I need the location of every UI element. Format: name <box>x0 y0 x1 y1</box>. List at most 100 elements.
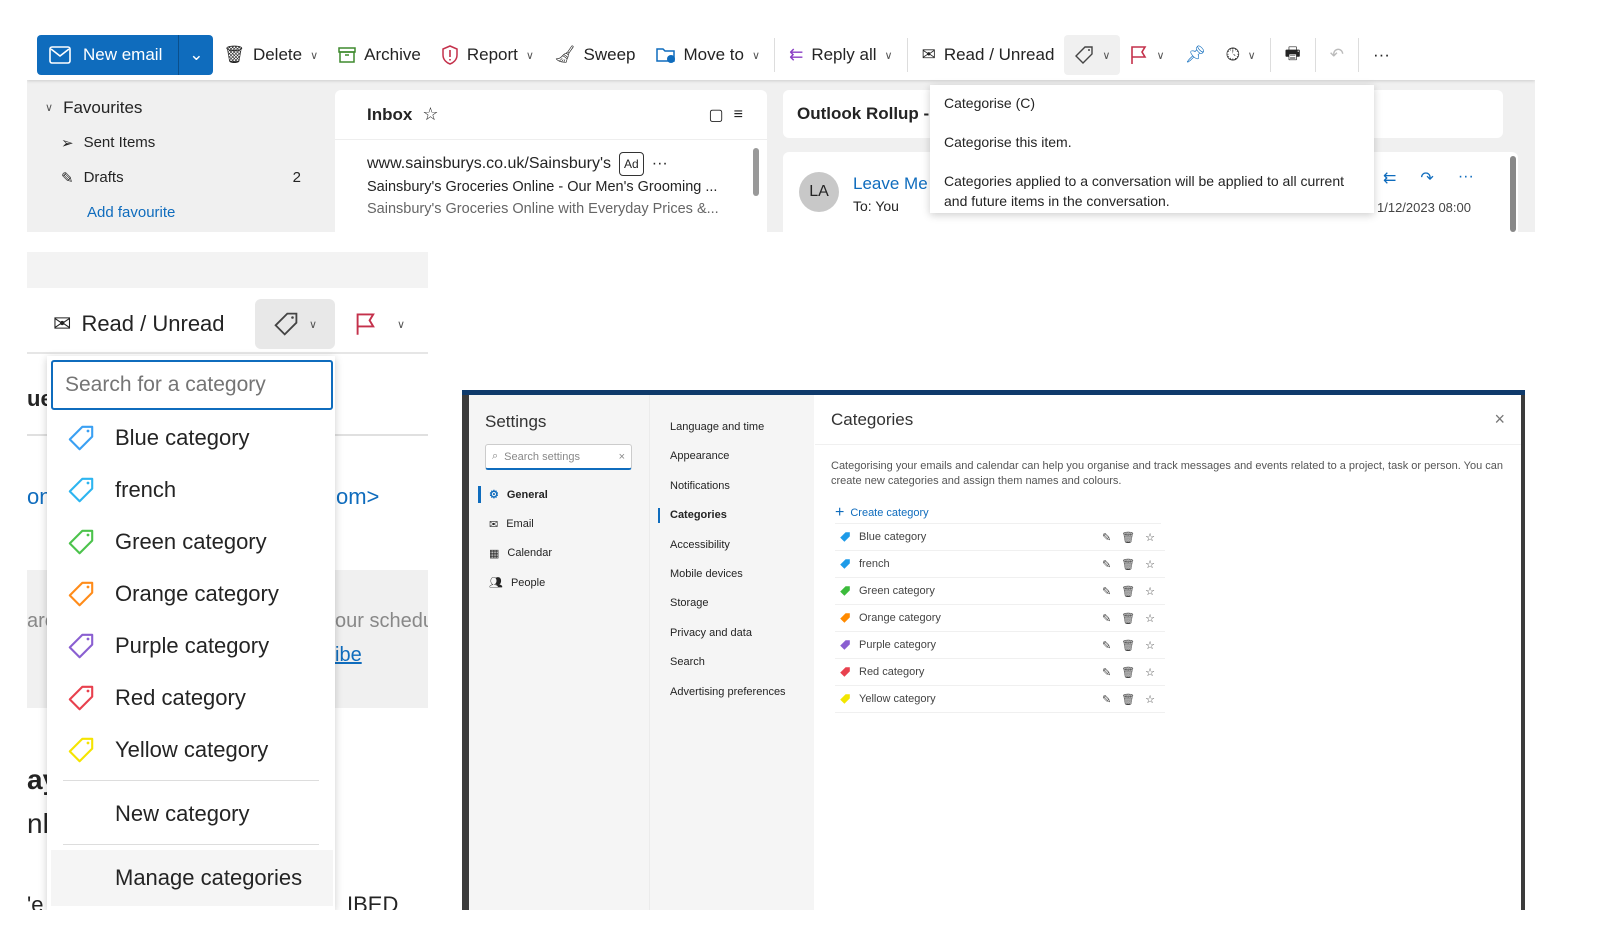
categorise-button[interactable]: ∨ <box>1064 35 1121 75</box>
settings-subnav-item[interactable]: Categories <box>650 501 814 530</box>
filter-icon[interactable]: ≡ <box>734 106 743 124</box>
close-icon[interactable]: × <box>1494 409 1505 430</box>
settings-subnav-item[interactable]: Mobile devices <box>650 560 814 589</box>
chevron-down-icon[interactable]: ∨ <box>885 49 893 62</box>
clear-icon[interactable]: × <box>619 451 625 463</box>
reply-all-button[interactable]: ⇇ Reply all ∨ <box>779 35 903 75</box>
chevron-down-icon[interactable]: ∨ <box>1102 49 1110 62</box>
read-unread-button[interactable]: ✉︎ Read / Unread <box>27 311 255 337</box>
delete-icon[interactable]: 🗑︎ <box>1121 639 1135 652</box>
category-item[interactable]: Red category <box>47 672 335 724</box>
delete-icon[interactable]: 🗑︎ <box>1121 612 1135 625</box>
delete-icon[interactable]: 🗑︎ <box>1121 558 1135 571</box>
manage-categories-item[interactable]: Manage categories <box>51 850 333 906</box>
nav-item-sent-items[interactable]: ➢ Sent Items <box>27 125 327 160</box>
settings-nav-email[interactable]: ✉︎ Email <box>469 509 649 538</box>
message-item[interactable]: www.sainsburys.co.uk/Sainsbury's Ad ··· Sa… <box>335 140 767 220</box>
edit-icon[interactable]: ✎ <box>1102 693 1111 706</box>
select-icon[interactable]: ▢ <box>709 105 724 125</box>
scrollbar[interactable] <box>1510 156 1516 232</box>
category-item[interactable]: Blue category <box>47 412 335 464</box>
flag-button[interactable]: ∨ <box>335 312 405 336</box>
read-unread-button[interactable]: ✉︎ Read / Unread <box>912 35 1065 75</box>
edit-icon[interactable]: ✎ <box>1102 639 1111 652</box>
settings-subnav-item[interactable]: Appearance <box>650 442 814 471</box>
delete-icon[interactable]: 🗑︎ <box>1121 666 1135 679</box>
settings-subnav-item[interactable]: Storage <box>650 589 814 618</box>
favourite-star-icon[interactable]: ☆ <box>1145 558 1155 571</box>
settings-dialog: Settings ⌕ Search settings × ⚙ General ✉︎ Em… <box>469 395 1521 910</box>
print-button[interactable]: 🖶 <box>1275 35 1311 75</box>
categories-panel: Categories × Categorising your emails an… <box>815 395 1521 910</box>
chevron-down-icon[interactable]: ∨ <box>310 49 318 62</box>
more-icon[interactable]: ··· <box>652 153 668 175</box>
reply-all-icon[interactable]: ⇇ <box>1383 168 1396 188</box>
star-icon[interactable]: ☆ <box>422 104 438 125</box>
delete-button[interactable]: 🗑︎ Delete ∨ <box>213 35 328 75</box>
favourite-star-icon[interactable]: ☆ <box>1145 585 1155 598</box>
chevron-down-icon[interactable]: ∨ <box>752 49 760 62</box>
category-item[interactable]: Yellow category <box>47 724 335 776</box>
tag-icon <box>68 529 94 555</box>
move-to-button[interactable]: Move to ∨ <box>646 35 771 75</box>
report-button[interactable]: Report ∨ <box>431 35 544 75</box>
category-item[interactable]: Purple category <box>47 620 335 672</box>
settings-subnav-item[interactable]: Language and time <box>650 413 814 442</box>
chevron-down-icon[interactable]: ∨ <box>526 49 534 62</box>
snooze-button[interactable]: 🕓︎ ∨ <box>1216 35 1266 75</box>
edit-icon[interactable]: ✎ <box>1102 666 1111 679</box>
category-name: Orange category <box>859 612 941 624</box>
forward-icon[interactable]: ↷ <box>1420 168 1433 188</box>
plus-icon: + <box>835 503 845 521</box>
undo-button[interactable]: ↶ <box>1320 35 1354 75</box>
sender-name[interactable]: Leave Me <box>853 174 928 194</box>
edit-icon[interactable]: ✎ <box>1102 585 1111 598</box>
category-item[interactable]: Green category <box>47 516 335 568</box>
pin-button[interactable]: 📌︎ <box>1175 35 1217 75</box>
settings-subnav-item[interactable]: Privacy and data <box>650 619 814 648</box>
favourite-star-icon[interactable]: ☆ <box>1145 639 1155 652</box>
delete-icon[interactable]: 🗑︎ <box>1121 585 1135 598</box>
favourite-star-icon[interactable]: ☆ <box>1145 612 1155 625</box>
favourite-star-icon[interactable]: ☆ <box>1145 531 1155 544</box>
settings-nav-general[interactable]: ⚙ General <box>469 480 649 509</box>
nav-item-drafts[interactable]: ✎ Drafts 2 <box>27 160 327 195</box>
printer-icon: 🖶 <box>1284 43 1301 63</box>
new-category-item[interactable]: New category <box>47 788 335 840</box>
new-email-dropdown[interactable]: ⌄ <box>179 45 213 65</box>
archive-button[interactable]: Archive <box>328 35 431 75</box>
bg-text[interactable]: ibe <box>335 644 362 667</box>
edit-icon[interactable]: ✎ <box>1102 558 1111 571</box>
create-category-button[interactable]: + Create category <box>835 502 1161 524</box>
more-icon[interactable]: ··· <box>1458 168 1474 188</box>
favourite-star-icon[interactable]: ☆ <box>1145 666 1155 679</box>
settings-subnav-item[interactable]: Search <box>650 648 814 677</box>
flag-button[interactable]: ∨ <box>1120 35 1174 75</box>
category-item[interactable]: french <box>47 464 335 516</box>
scrollbar[interactable] <box>753 148 759 196</box>
new-email-button[interactable]: New email <box>37 35 180 75</box>
favourite-star-icon[interactable]: ☆ <box>1145 693 1155 706</box>
delete-icon[interactable]: 🗑︎ <box>1121 693 1135 706</box>
category-search-input[interactable] <box>51 360 333 410</box>
categorise-button[interactable]: ∨ <box>255 299 335 349</box>
settings-nav-people[interactable]: 👥︎ People <box>469 568 649 597</box>
category-menu-screenshot: ✉︎ Read / Unread ∨ ∨ ue on om> are our sc… <box>27 252 428 910</box>
chevron-down-icon[interactable]: ∨ <box>1248 49 1256 62</box>
sweep-button[interactable]: 🧹︎ Sweep <box>544 35 646 75</box>
more-options-button[interactable]: ··· <box>1363 35 1400 75</box>
chevron-down-icon[interactable]: ∨ <box>1156 49 1164 62</box>
add-favourite-link[interactable]: Add favourite <box>27 195 327 230</box>
favourites-header[interactable]: ∨ Favourites <box>27 90 327 125</box>
settings-subnav-item[interactable]: Accessibility <box>650 531 814 560</box>
settings-subnav-item[interactable]: Advertising preferences <box>650 678 814 707</box>
new-email-split-button[interactable]: New email ⌄ <box>37 35 214 75</box>
category-name: Yellow category <box>859 693 936 705</box>
category-item[interactable]: Orange category <box>47 568 335 620</box>
settings-subnav-item[interactable]: Notifications <box>650 472 814 501</box>
edit-icon[interactable]: ✎ <box>1102 531 1111 544</box>
delete-icon[interactable]: 🗑︎ <box>1121 531 1135 544</box>
settings-nav-calendar[interactable]: ▦ Calendar <box>469 539 649 568</box>
search-settings-input[interactable]: ⌕ Search settings × <box>485 444 632 470</box>
edit-icon[interactable]: ✎ <box>1102 612 1111 625</box>
